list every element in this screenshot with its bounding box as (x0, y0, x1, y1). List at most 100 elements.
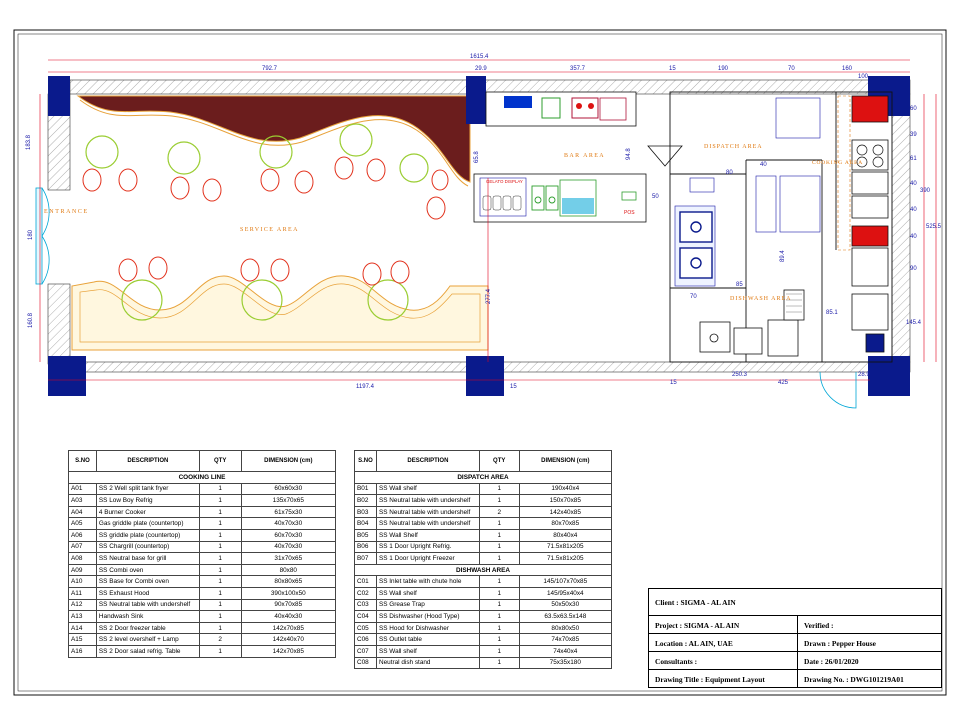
date-field: Date : 26/01/2020 (797, 652, 859, 670)
dim-label: 94.8 (626, 148, 632, 160)
entrance-label: ENTRANCE (44, 209, 89, 215)
cell-description: SS Exhaust Hood (95, 586, 200, 600)
cell-qty: 1 (198, 621, 242, 635)
bar-corner-triangle (647, 145, 683, 167)
dim-label: 250.3 (732, 372, 748, 378)
table-row: A04 4 Burner Cooker 1 61x75x30 (68, 505, 337, 519)
table-row: C07 SS Wall shelf 1 74x40x4 (354, 644, 613, 658)
col-header-sno: S.NO (68, 450, 97, 472)
cell-sno: B05 (354, 528, 377, 542)
cell-dimension: 142x70x85 (240, 621, 337, 635)
dim-label: 15 (669, 66, 676, 72)
cell-qty: 1 (198, 505, 242, 519)
cell-dimension: 60x60x30 (240, 482, 337, 496)
cell-sno: A10 (68, 575, 97, 588)
gelato-display-label: GELATO DISPLAY (486, 179, 523, 184)
coffee-head-icon (576, 103, 582, 109)
table-row: A06 SS griddle plate (countertop) 1 60x70x3… (68, 528, 337, 542)
cell-qty: 1 (478, 656, 520, 670)
dim-label: 65.8 (474, 151, 480, 163)
cell-description: SS Low Boy Refrig (95, 494, 200, 507)
cell-description: SS Wall Shelf (375, 528, 480, 542)
cell-description: SS Combi oven (95, 563, 200, 577)
cell-qty: 1 (478, 540, 520, 554)
dim-label: 61 (910, 156, 917, 162)
cell-qty: 1 (478, 644, 520, 658)
table-row: A14 SS 2 Door freezer table 1 142x70x85 (68, 621, 337, 635)
table-row: B04 SS Neutral table with undershelf 1 80x7… (354, 517, 613, 530)
exhaust-hood (837, 95, 851, 251)
cell-description: 4 Burner Cooker (95, 505, 200, 519)
dishwash-rows: C01 SS Inlet table with chute hole 1 145/10… (354, 575, 613, 670)
cell-qty: 1 (478, 517, 520, 530)
section-cooking-line: COOKING LINE (68, 471, 336, 484)
wood-feature-wall (76, 95, 471, 183)
cell-dimension: 142x40x85 (518, 505, 613, 519)
table-row: B07 SS 1 Door Upright Freezer 1 71.5x81x205 (354, 552, 613, 565)
table-row: C03 SS Grease Trap 1 50x50x30 (354, 598, 613, 612)
cell-description: SS 2 Well split tank fryer (95, 482, 200, 496)
dim-label: 525.5 (926, 224, 942, 230)
cell-sno: B03 (354, 505, 377, 519)
dim-label: 40 (910, 181, 917, 187)
cell-sno: A08 (68, 552, 97, 565)
dim-label: 40 (910, 234, 917, 240)
cell-sno: B01 (354, 482, 377, 496)
cell-qty: 1 (198, 528, 242, 542)
cell-qty: 1 (198, 575, 242, 588)
cell-description: SS Neutral table with undershelf (375, 517, 480, 530)
cell-sno: B06 (354, 540, 377, 554)
cell-qty: 1 (198, 552, 242, 565)
cell-description: SS Dishwasher (Hood Type) (375, 610, 480, 623)
col-header-dimension: DIMENSION (cm) (240, 450, 337, 472)
dispatch-area-label: DISPATCH AREA (704, 144, 763, 150)
cell-dimension: 90x70x85 (240, 598, 337, 612)
cell-dimension: 390x100x50 (240, 586, 337, 600)
cell-sno: A07 (68, 540, 97, 554)
table-row: B01 SS Wall shelf 1 190x40x4 (354, 482, 613, 496)
table-row: C04 SS Dishwasher (Hood Type) 1 63.5x63.5x1… (354, 610, 613, 623)
cell-description: SS 1 Door Upright Freezer (375, 552, 480, 565)
dim-label: 390 (920, 188, 931, 194)
cell-dimension: 150x70x85 (518, 494, 613, 507)
cell-sno: C05 (354, 621, 377, 635)
cell-dimension: 74x70x85 (518, 633, 613, 646)
cell-description: SS Wall shelf (375, 644, 480, 658)
left-wall-bottom (47, 283, 71, 365)
cooking-area-label: COOKING AREA (812, 160, 863, 166)
dim-label: 39 (910, 132, 917, 138)
cell-dimension: 135x70x65 (240, 494, 337, 507)
drawn-field: Drawn : Pepper House (797, 634, 876, 652)
equipment-table-dispatch-dishwash: S.NO DESCRIPTION QTY DIMENSION (cm) DISP… (354, 450, 613, 670)
cell-sno: C08 (354, 656, 377, 670)
cell-dimension: 80x40x4 (518, 528, 613, 542)
dim-label: 190 (718, 66, 729, 72)
dim-label: 792.7 (262, 66, 278, 72)
cell-description: SS Wall shelf (375, 586, 480, 600)
cell-sno: A14 (68, 621, 97, 635)
cell-qty: 1 (198, 517, 242, 530)
cell-sno: C07 (354, 644, 377, 658)
col-header-qty: QTY (198, 450, 242, 472)
dim-label: 60 (910, 106, 917, 112)
cell-sno: A01 (68, 482, 97, 496)
cell-dimension: 31x70x65 (240, 552, 337, 565)
table-row: A03 SS Low Boy Refrig 1 135x70x65 (68, 494, 337, 507)
table-row: C02 SS Wall shelf 1 145/95x40x4 (354, 586, 613, 600)
dim-label: 40 (910, 207, 917, 213)
table-row: A11 SS Exhaust Hood 1 390x100x50 (68, 586, 337, 600)
table-row: A12 SS Neutral table with undershelf 1 90x7… (68, 598, 337, 612)
location-field: Location : AL AIN, UAE (655, 638, 733, 648)
dim-label: 89.4 (780, 250, 786, 262)
cell-dimension: 50x50x30 (518, 598, 613, 612)
drawing-title-field: Drawing Title : Equipment Layout (655, 674, 765, 684)
dim-label: 425 (778, 380, 789, 386)
cell-qty: 1 (198, 610, 242, 623)
cell-qty: 1 (198, 563, 242, 577)
cell-dimension: 145/95x40x4 (518, 586, 613, 600)
cell-description: SS Neutral table with undershelf (375, 505, 480, 519)
cell-description: Neutral dish stand (375, 656, 480, 670)
cell-description: SS Outlet table (375, 633, 480, 646)
cell-description: Handwash Sink (95, 610, 200, 623)
dim-label: 100 (858, 74, 869, 80)
